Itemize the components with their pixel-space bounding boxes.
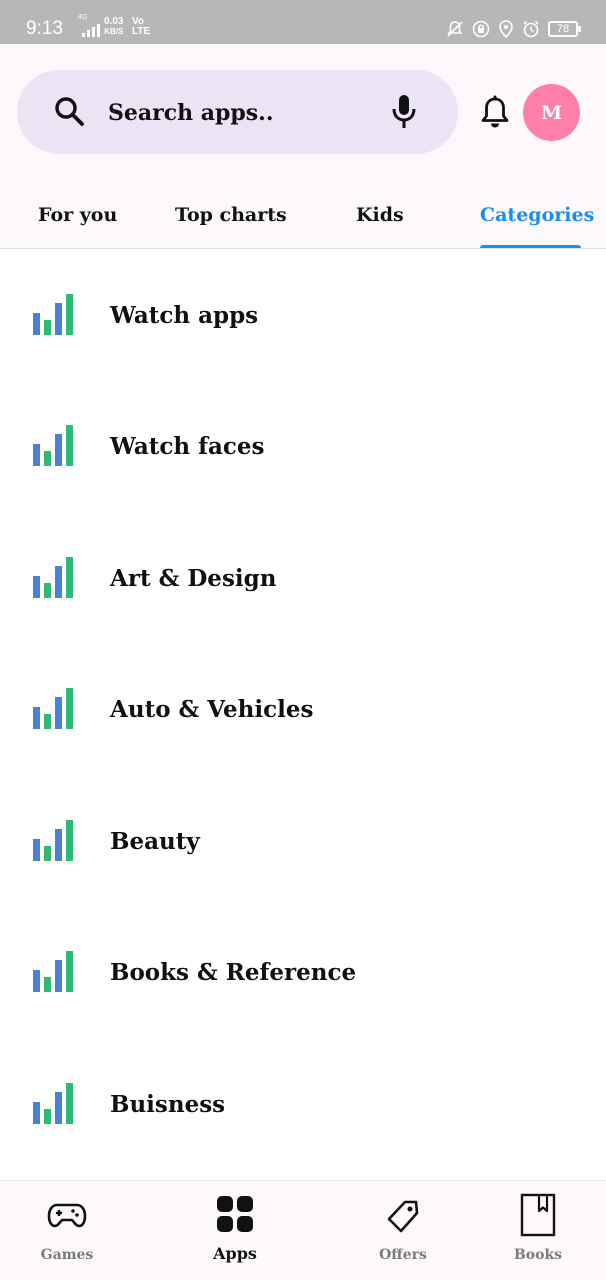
status-time: 9:13 xyxy=(26,18,63,39)
volte-bottom: LTE xyxy=(132,26,151,37)
signal-icon xyxy=(82,24,100,37)
nav-label: Games xyxy=(40,1247,94,1263)
category-item-beauty[interactable]: Beauty xyxy=(0,776,606,907)
volte-indicator: Vo LTE xyxy=(132,17,150,37)
category-label: Watch faces xyxy=(110,433,265,460)
mic-icon[interactable] xyxy=(389,92,419,132)
nav-books[interactable]: Books xyxy=(478,1181,598,1280)
mute-bell-icon xyxy=(447,21,463,37)
category-item-auto-vehicles[interactable]: Auto & Vehicles xyxy=(0,644,606,775)
net-speed-value: 0.03 xyxy=(104,16,124,27)
gamepad-icon xyxy=(47,1203,87,1228)
search-input[interactable]: Search apps.. xyxy=(108,100,274,126)
category-item-art-design[interactable]: Art & Design xyxy=(0,513,606,644)
search-bar[interactable]: Search apps.. xyxy=(17,70,458,154)
nav-games[interactable]: Games xyxy=(7,1181,127,1280)
category-label: Buisness xyxy=(110,1091,226,1118)
search-icon[interactable] xyxy=(53,95,87,129)
bottom-nav: Games Apps Offers Books xyxy=(0,1180,606,1280)
category-label: Beauty xyxy=(110,828,200,855)
tab-top-charts[interactable]: Top charts xyxy=(175,204,287,226)
category-bars-icon xyxy=(33,820,73,861)
battery-indicator: 78 xyxy=(548,21,581,37)
alarm-icon xyxy=(523,20,539,38)
apps-grid-icon xyxy=(217,1196,253,1232)
category-bars-icon xyxy=(33,688,73,729)
category-bars-icon xyxy=(33,425,73,466)
nav-apps[interactable]: Apps xyxy=(175,1181,295,1280)
category-item-watch-faces[interactable]: Watch faces xyxy=(0,381,606,512)
lock-circle-icon xyxy=(472,20,490,38)
tab-kids[interactable]: Kids xyxy=(356,204,404,226)
category-label: Watch apps xyxy=(110,302,259,329)
category-bars-icon xyxy=(33,294,73,335)
header-divider xyxy=(0,248,606,249)
book-icon xyxy=(520,1193,556,1237)
network-type: 4G xyxy=(78,14,88,21)
nav-label: Offers xyxy=(379,1247,427,1263)
net-speed-unit: KB/S xyxy=(104,27,124,36)
category-label: Art & Design xyxy=(110,565,277,592)
category-item-books-reference[interactable]: Books & Reference xyxy=(0,907,606,1038)
bell-icon[interactable] xyxy=(478,94,512,130)
location-icon xyxy=(499,20,513,38)
category-label: Auto & Vehicles xyxy=(110,696,314,723)
app-header: Search apps.. M For you Top charts Kids … xyxy=(0,44,606,249)
category-bars-icon xyxy=(33,557,73,598)
nav-label: Apps xyxy=(213,1244,257,1263)
tab-for-you[interactable]: For you xyxy=(38,204,117,226)
category-label: Books & Reference xyxy=(110,959,357,986)
category-item-watch-apps[interactable]: Watch apps xyxy=(0,250,606,381)
avatar[interactable]: M xyxy=(523,84,580,141)
status-icons: 78 xyxy=(446,20,581,38)
nav-label: Books xyxy=(513,1247,563,1263)
tag-icon xyxy=(387,1200,419,1233)
nav-offers[interactable]: Offers xyxy=(343,1181,463,1280)
tab-bar: For you Top charts Kids Categories xyxy=(0,194,606,249)
status-bar: 9:13 4G 0.03 KB/S Vo LTE 78 xyxy=(0,0,606,44)
category-bars-icon xyxy=(33,951,73,992)
category-item-business[interactable]: Buisness xyxy=(0,1039,606,1170)
category-bars-icon xyxy=(33,1083,73,1124)
net-speed: 0.03 KB/S xyxy=(104,17,123,37)
tab-categories[interactable]: Categories xyxy=(480,204,594,226)
